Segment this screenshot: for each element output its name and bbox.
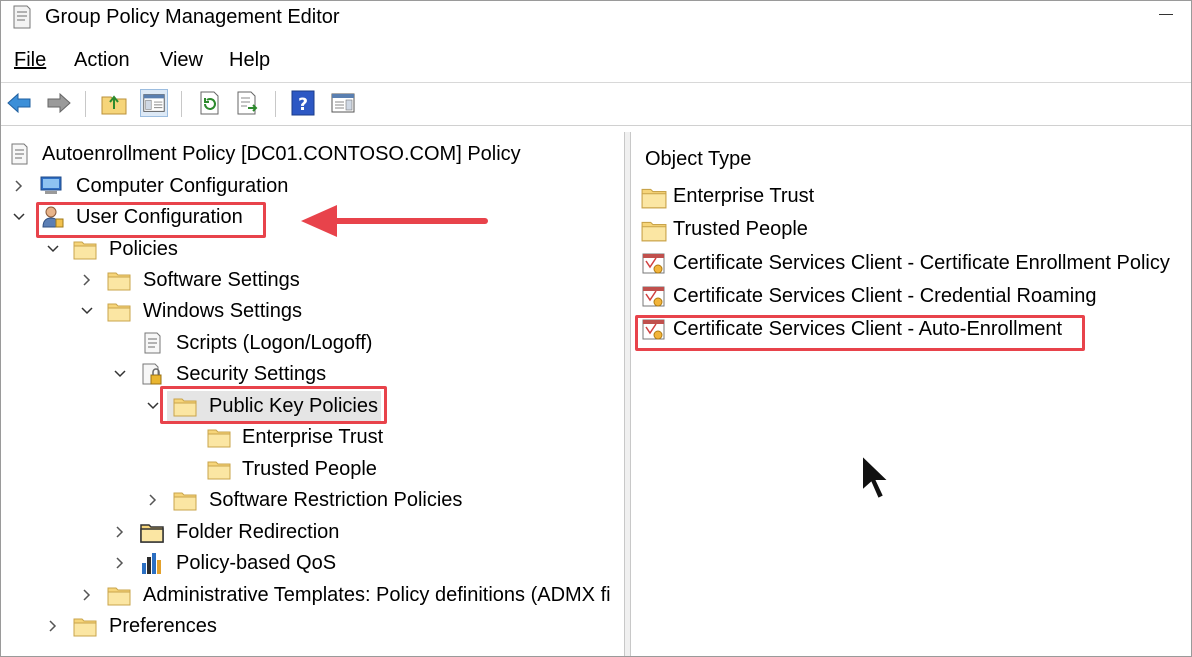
tree-item-label: Preferences: [109, 615, 217, 637]
back-icon[interactable]: [5, 89, 33, 117]
tree-item-label: Autoenrollment Policy [DC01.CONTOSO.COM]…: [42, 143, 521, 165]
folder-icon: [207, 457, 231, 481]
chevron-right-icon[interactable]: [47, 611, 59, 641]
highlight-box-public-key-policies: [160, 386, 387, 424]
tree-item-label: Software Settings: [143, 269, 300, 291]
details-pane[interactable]: Object Type Enterprise Trust Trusted Peo…: [631, 132, 1191, 656]
show-action-pane-icon[interactable]: [329, 89, 357, 117]
toolbar-separator: [85, 91, 86, 117]
tree-item-label: Administrative Templates: Policy definit…: [143, 584, 611, 606]
certificate-icon: [641, 284, 667, 310]
forward-icon[interactable]: [45, 89, 73, 117]
security-lock-icon: [142, 363, 162, 385]
folder-icon: [107, 299, 131, 323]
toolbar-separator: [181, 91, 182, 117]
chevron-right-icon[interactable]: [81, 580, 93, 610]
list-item-label: Enterprise Trust: [673, 185, 815, 207]
chevron-right-icon[interactable]: [114, 517, 126, 547]
column-header-object-type[interactable]: Object Type: [645, 148, 751, 171]
chevron-right-icon[interactable]: [13, 171, 25, 201]
certificate-icon: [641, 251, 667, 277]
chevron-down-icon[interactable]: [114, 359, 126, 389]
computer-icon: [40, 176, 62, 194]
menu-view[interactable]: View: [160, 49, 203, 72]
folder-icon: [107, 583, 131, 607]
tree-item-label: Trusted People: [242, 458, 377, 480]
menu-help-label: Help: [229, 49, 271, 71]
menu-view-label: View: [160, 49, 203, 71]
pane-splitter[interactable]: [624, 132, 631, 656]
chevron-right-icon[interactable]: [114, 548, 126, 578]
folder-icon: [641, 217, 667, 243]
folder-icon: [73, 614, 97, 638]
export-list-icon[interactable]: [234, 89, 262, 117]
annotation-arrow-icon: [301, 205, 488, 237]
folder-icon: [207, 425, 231, 449]
menu-help[interactable]: Help: [229, 49, 270, 72]
toolbar: ?: [1, 86, 1191, 124]
menu-divider: [1, 82, 1191, 83]
chevron-right-icon[interactable]: [147, 485, 159, 515]
folder-icon: [641, 184, 667, 210]
tree-item-label: Computer Configuration: [76, 175, 289, 197]
folder-icon: [173, 488, 197, 512]
highlight-box-user-configuration: [36, 202, 266, 238]
tree-item-label: Security Settings: [176, 363, 327, 385]
tree-item-label: Policy-based QoS: [176, 552, 337, 574]
window-title: Group Policy Management Editor: [45, 6, 340, 28]
folder-icon: [107, 268, 131, 292]
list-item-label: Certificate Services Client - Certificat…: [673, 252, 1170, 274]
svg-text:?: ?: [298, 95, 308, 115]
tree-item-label: Enterprise Trust: [242, 426, 384, 448]
chevron-down-icon[interactable]: [147, 391, 159, 421]
policy-document-icon: [13, 5, 31, 29]
chevron-down-icon[interactable]: [13, 202, 25, 232]
folder-redirection-icon: [140, 524, 164, 543]
tree-item-label: Software Restriction Policies: [209, 489, 463, 511]
tree-item-label: Scripts (Logon/Logoff): [176, 332, 373, 354]
help-icon[interactable]: ?: [289, 89, 317, 117]
tree-item-label: Folder Redirection: [176, 521, 340, 543]
chevron-down-icon[interactable]: [47, 234, 59, 264]
list-item-label: Certificate Services Client - Credential…: [673, 285, 1097, 307]
highlight-box-auto-enrollment: [635, 315, 1085, 351]
list-item-label: Trusted People: [673, 218, 808, 240]
menu-action-label: Action: [74, 49, 130, 71]
mouse-pointer-icon: [861, 453, 892, 501]
policy-document-icon: [7, 142, 31, 166]
bar-chart-icon: [142, 553, 161, 574]
chevron-right-icon[interactable]: [81, 265, 93, 295]
chevron-down-icon[interactable]: [81, 296, 93, 326]
refresh-icon[interactable]: [195, 89, 223, 117]
folder-icon: [73, 237, 97, 261]
toolbar-divider: [1, 125, 1191, 126]
show-hide-tree-icon[interactable]: [140, 89, 168, 117]
up-folder-icon[interactable]: [100, 89, 128, 117]
menu-action[interactable]: Action: [74, 49, 130, 72]
tree-item-label: Policies: [109, 238, 178, 260]
toolbar-separator: [275, 91, 276, 117]
title-bar: Group Policy Management Editor: [1, 1, 1191, 35]
menu-file-label: File: [14, 49, 47, 71]
menu-file[interactable]: File: [14, 49, 46, 72]
tree-item-label: Windows Settings: [143, 300, 302, 322]
minimize-button[interactable]: [1159, 14, 1173, 15]
app-window: Group Policy Management Editor File Acti…: [0, 0, 1192, 657]
script-icon: [140, 331, 164, 355]
